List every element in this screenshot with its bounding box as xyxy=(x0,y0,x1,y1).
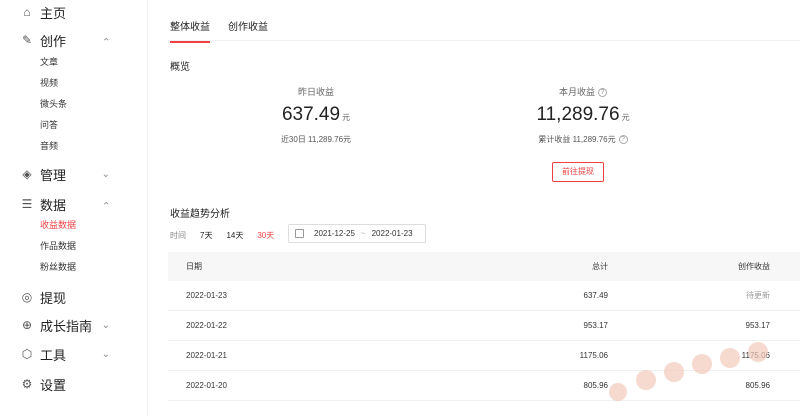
database-icon: ☰ xyxy=(21,197,33,211)
stat-label: 昨日收益 xyxy=(297,87,334,97)
sidebar-item-tools[interactable]: ⬡ 工具 ⌄ xyxy=(0,342,148,366)
withdraw-button[interactable]: 前往提现 xyxy=(552,162,604,182)
cell-creation-income: 953.17 xyxy=(745,321,770,330)
layers-icon: ◈ xyxy=(22,167,32,181)
sidebar-item-label: 成长指南 xyxy=(40,318,93,334)
help-icon[interactable]: ? xyxy=(598,88,607,98)
table-row: 2022-01-23 637.49 待更新 xyxy=(168,281,800,311)
sidebar-item-data[interactable]: ☰ 数据 ⌄ xyxy=(0,192,148,216)
range-14-days[interactable]: 14天 xyxy=(226,230,243,241)
compass-icon: ⊕ xyxy=(21,318,33,332)
stat-unit: 元 xyxy=(621,113,630,122)
time-label: 时间 xyxy=(170,231,186,240)
sidebar-item-create[interactable]: ✎ 创作 ⌄ xyxy=(0,28,148,52)
cell-creation-income: 805.96 xyxy=(745,381,770,390)
sidebar-subitem-income-data[interactable]: 收益数据 xyxy=(0,215,148,236)
sidebar-subitem-audio[interactable]: 音频 xyxy=(0,136,148,157)
stat-sub-text: 累计收益 11,289.76元 xyxy=(538,135,616,144)
table-row: 2022-01-21 1175.06 1175.06 xyxy=(168,341,800,371)
date-separator: ~ xyxy=(360,229,366,238)
date-end: 2022-01-23 xyxy=(371,229,413,238)
header-date: 日期 xyxy=(186,262,202,271)
table-row: 2022-01-20 805.96 805.96 xyxy=(168,371,800,401)
cube-icon: ⬡ xyxy=(21,347,33,361)
sidebar-subitem-micro[interactable]: 微头条 xyxy=(0,94,148,115)
stat-unit: 元 xyxy=(342,113,351,122)
stat-sub: 近30日 11,289.76元 xyxy=(280,135,352,144)
stat-value: 11,289.76 元 xyxy=(508,104,658,126)
pen-icon: ✎ xyxy=(21,33,33,47)
stat-number: 11,289.76 xyxy=(536,104,620,125)
range-30-days[interactable]: 30天 xyxy=(257,230,274,241)
table-header: 日期 总计 创作收益 xyxy=(168,252,800,281)
tab-divider xyxy=(168,40,800,41)
date-range-picker[interactable]: 2021-12-25 ~ 2022-01-23 xyxy=(288,224,426,243)
sidebar-item-growth[interactable]: ⊕ 成长指南 ⌄ xyxy=(0,313,148,337)
stat-value: 637.49 元 xyxy=(246,104,386,126)
chevron-up-icon: ⌄ xyxy=(101,198,110,210)
cell-date: 2022-01-20 xyxy=(186,381,227,390)
cell-date: 2022-01-22 xyxy=(186,321,227,330)
calendar-icon xyxy=(295,229,304,238)
time-range-selector: 时间 7天 14天 30天 xyxy=(170,230,288,241)
cell-total: 637.49 xyxy=(583,291,608,300)
stat-number: 637.49 xyxy=(281,104,341,125)
coin-icon: ◎ xyxy=(21,290,33,304)
main-content: 整体收益 创作收益 概览 昨日收益 637.49 元 近30日 11,289.76… xyxy=(148,0,800,416)
sidebar-subitem-works-data[interactable]: 作品数据 xyxy=(0,236,148,257)
range-7-days[interactable]: 7天 xyxy=(200,230,212,241)
cell-total: 953.17 xyxy=(583,321,608,330)
home-icon: ⌂ xyxy=(23,5,31,19)
trend-title: 收益趋势分析 xyxy=(170,209,230,220)
sidebar: ⌂ 主页 ✎ 创作 ⌄ 文章 视频 微头条 问答 音频 ◈ 管理 ⌄ ☰ 数据 … xyxy=(0,0,148,416)
sidebar-item-label: 管理 xyxy=(40,167,67,183)
sidebar-item-label: 数据 xyxy=(40,197,67,213)
sidebar-subitem-qa[interactable]: 问答 xyxy=(0,115,148,136)
cell-creation-income: 1175.06 xyxy=(741,351,770,360)
stat-yesterday: 昨日收益 637.49 元 近30日 11,289.76元 xyxy=(246,85,386,145)
header-creation-income: 创作收益 xyxy=(738,262,770,271)
sidebar-item-settings[interactable]: ⚙ 设置 xyxy=(0,372,148,396)
sidebar-subitem-article[interactable]: 文章 xyxy=(0,52,148,73)
sidebar-item-label: 设置 xyxy=(40,377,67,393)
cell-creation-income: 待更新 xyxy=(746,291,770,300)
date-start: 2021-12-25 xyxy=(314,229,355,238)
chevron-down-icon: ⌄ xyxy=(101,168,110,180)
cell-total: 1175.06 xyxy=(579,351,608,360)
sidebar-item-withdraw[interactable]: ◎ 提现 xyxy=(0,285,148,309)
overview-title: 概览 xyxy=(170,62,190,73)
cell-date: 2022-01-23 xyxy=(186,291,227,300)
sidebar-item-label: 提现 xyxy=(40,290,67,306)
sidebar-item-label: 工具 xyxy=(40,347,67,363)
sidebar-subitem-video[interactable]: 视频 xyxy=(0,73,148,94)
chevron-down-icon: ⌄ xyxy=(101,319,110,331)
help-icon[interactable]: ? xyxy=(618,135,628,145)
cell-total: 805.96 xyxy=(583,381,608,390)
stat-label: 本月收益? xyxy=(508,85,658,98)
cell-date: 2022-01-21 xyxy=(186,351,227,360)
income-table: 日期 总计 创作收益 2022-01-23 637.49 待更新 2022-01… xyxy=(168,252,800,401)
chevron-up-icon: ⌄ xyxy=(101,34,110,46)
stat-month: 本月收益? 11,289.76 元 累计收益 11,289.76元? xyxy=(508,85,658,145)
table-row: 2022-01-22 953.17 953.17 xyxy=(168,311,800,341)
sidebar-item-manage[interactable]: ◈ 管理 ⌄ xyxy=(0,162,148,186)
sidebar-item-home[interactable]: ⌂ 主页 xyxy=(0,0,148,24)
sidebar-item-label: 创作 xyxy=(40,33,67,49)
stat-sub: 累计收益 11,289.76元? xyxy=(508,134,658,145)
sidebar-subitem-fans-data[interactable]: 粉丝数据 xyxy=(0,257,148,278)
stat-label-text: 本月收益 xyxy=(558,87,595,97)
sidebar-item-label: 主页 xyxy=(40,5,67,21)
header-total: 总计 xyxy=(592,262,608,271)
chevron-down-icon: ⌄ xyxy=(101,348,110,360)
gear-icon: ⚙ xyxy=(21,377,33,391)
